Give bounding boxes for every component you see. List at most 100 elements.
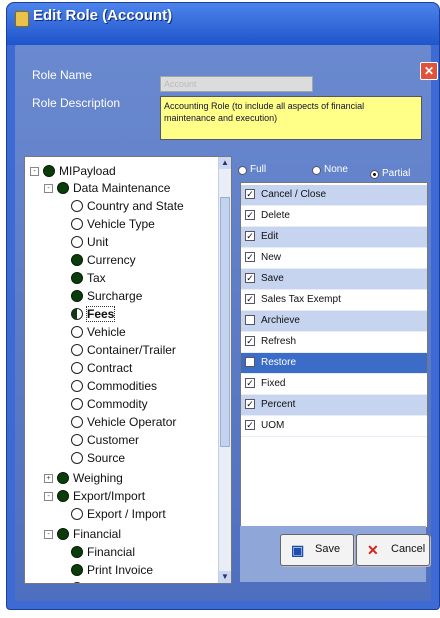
node-state-full-icon[interactable] [57, 528, 69, 540]
node-state-partial-icon[interactable] [71, 308, 83, 320]
node-state-full-icon[interactable] [71, 546, 83, 558]
scroll-thumb[interactable] [220, 197, 230, 447]
tree-node-label: Financial [73, 527, 122, 541]
permission-checkbox[interactable]: ✓ [245, 420, 255, 430]
radio-button-full[interactable] [238, 166, 247, 175]
tree-node-label: Surcharge [87, 289, 143, 303]
tree-node-label: Commodities [87, 379, 158, 393]
tree-node-label: Weighing [73, 471, 123, 485]
permission-checkbox[interactable]: ✓ [245, 336, 255, 346]
role-name-field[interactable]: Account [160, 76, 313, 92]
node-state-full-icon[interactable] [43, 165, 55, 177]
permission-checkbox[interactable]: ✓ [245, 294, 255, 304]
radio-label-full: Full [250, 164, 267, 175]
node-state-full-icon[interactable] [57, 182, 69, 194]
tree-node-label: Customer [87, 433, 140, 447]
permission-label: Percent [261, 399, 296, 410]
collapse-icon[interactable]: - [30, 167, 39, 176]
node-state-none-icon[interactable] [71, 326, 83, 338]
node-state-none-icon[interactable] [71, 452, 83, 464]
node-state-none-icon[interactable] [71, 582, 83, 583]
scope-radio-group: Full None Partial [238, 164, 424, 180]
node-state-none-icon[interactable] [71, 236, 83, 248]
role-description-field[interactable]: Accounting Role (to include all aspects … [160, 96, 422, 140]
permission-checkbox[interactable] [245, 315, 255, 325]
permission-row[interactable]: ✓ Save [241, 269, 427, 290]
button-bar: ▣ Save ✕ Cancel [240, 526, 430, 582]
collapse-icon[interactable]: - [44, 492, 53, 501]
node-state-none-icon[interactable] [71, 398, 83, 410]
permission-row[interactable]: ✓ Refresh [241, 332, 427, 353]
scroll-down-icon[interactable]: ▼ [219, 571, 231, 583]
node-state-full-icon[interactable] [57, 472, 69, 484]
permission-row[interactable]: ✓ New [241, 248, 427, 269]
permission-checkbox[interactable]: ✓ [245, 252, 255, 262]
tree-node-label: Currency [87, 253, 136, 267]
node-state-none-icon[interactable] [71, 218, 83, 230]
permission-row[interactable]: ✓ Sales Tax Exempt [241, 290, 427, 311]
radio-button-none[interactable] [312, 166, 321, 175]
radio-label-partial: Partial [382, 168, 411, 179]
permission-checkbox[interactable]: ✓ [245, 378, 255, 388]
permission-tree[interactable]: MIPayload - Data Maintenance - Country and S… [24, 156, 232, 584]
permission-row[interactable]: ✓ Cancel / Close [241, 185, 427, 206]
permission-checkbox[interactable]: ✓ [245, 399, 255, 409]
cancel-button[interactable]: ✕ Cancel [356, 534, 430, 566]
cancel-button-label: Cancel [391, 543, 426, 555]
permission-row[interactable]: Restore [241, 353, 427, 374]
title-bar[interactable]: Edit Role (Account) [7, 3, 439, 45]
tree-node-label: Source [87, 451, 126, 465]
permission-checkbox[interactable] [245, 357, 255, 367]
tree-node-label: Vehicle [87, 325, 126, 339]
node-state-none-icon[interactable] [71, 380, 83, 392]
role-description-label: Role Description [32, 96, 121, 110]
permission-checkbox[interactable]: ✓ [245, 231, 255, 241]
permission-label: Delete [261, 210, 290, 221]
node-state-none-icon[interactable] [71, 344, 83, 356]
node-state-none-icon[interactable] [71, 416, 83, 428]
node-state-none-icon[interactable] [71, 362, 83, 374]
permission-label: Save [261, 273, 284, 284]
scroll-up-icon[interactable]: ▲ [219, 157, 231, 169]
tree-node-label: Contract [87, 361, 133, 375]
node-state-none-icon[interactable] [71, 508, 83, 520]
permission-label: New [261, 252, 282, 263]
tree-node-label: Export / Import [87, 507, 166, 521]
permission-row[interactable]: ✓ Percent [241, 395, 427, 416]
node-state-full-icon[interactable] [71, 272, 83, 284]
permission-checkbox[interactable]: ✓ [245, 273, 255, 283]
node-state-none-icon[interactable] [71, 200, 83, 212]
tree-scrollbar[interactable]: ▲ ▼ [218, 157, 231, 583]
save-button-label: Save [315, 543, 341, 555]
permission-label: Archieve [261, 315, 300, 326]
disk-icon: ▣ [291, 542, 305, 558]
permission-row[interactable]: ✓ Fixed [241, 374, 427, 395]
tree-node-label: MIPayload [59, 164, 116, 178]
permission-list[interactable]: ✓ Cancel / Close ✓ Delete ✓ Edit ✓ New ✓ Save ✓ Sal… [240, 182, 428, 528]
lock-icon [15, 11, 29, 27]
close-icon[interactable]: ✕ [420, 62, 438, 80]
collapse-icon[interactable]: - [44, 184, 53, 193]
permission-label: Fixed [261, 378, 286, 389]
tree-node-label: Unit [87, 235, 109, 249]
permission-row[interactable]: ✓ Edit [241, 227, 427, 248]
node-state-full-icon[interactable] [71, 254, 83, 266]
permission-row[interactable]: Archieve [241, 311, 427, 332]
node-state-full-icon[interactable] [71, 564, 83, 576]
tree-node-label: Data Maintenance [73, 181, 171, 195]
radio-button-partial[interactable] [370, 170, 379, 179]
node-state-full-icon[interactable] [71, 290, 83, 302]
expand-icon[interactable]: + [44, 474, 53, 483]
save-button[interactable]: ▣ Save [280, 534, 354, 566]
tree-node-label: Financial [87, 545, 136, 559]
node-state-none-icon[interactable] [71, 434, 83, 446]
node-state-full-icon[interactable] [57, 490, 69, 502]
permission-checkbox[interactable]: ✓ [245, 210, 255, 220]
permission-row[interactable]: ✓ Delete [241, 206, 427, 227]
permission-checkbox[interactable]: ✓ [245, 189, 255, 199]
collapse-icon[interactable]: - [44, 530, 53, 539]
tree-node-label: Container/Trailer [87, 343, 176, 357]
permission-row[interactable]: ✓ UOM [241, 416, 427, 437]
radio-label-none: None [324, 164, 348, 175]
tree-node-label: Commodity [87, 397, 148, 411]
